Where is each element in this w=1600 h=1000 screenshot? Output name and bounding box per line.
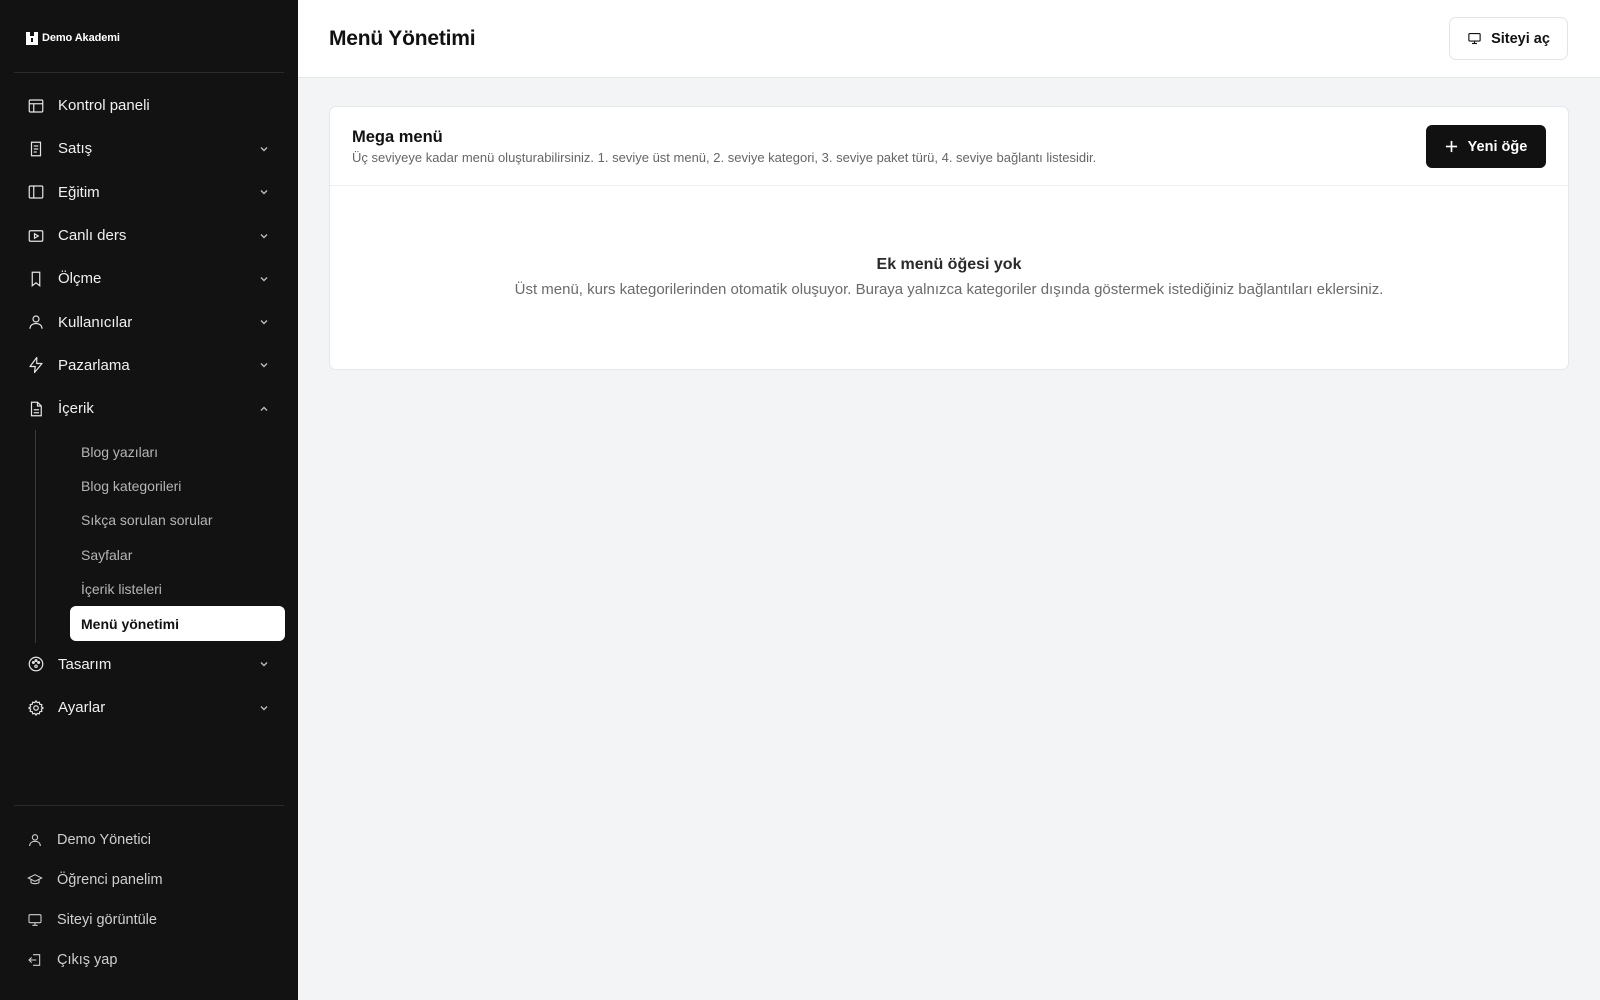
- brand-logo-icon: [26, 32, 38, 45]
- layout-icon: [28, 99, 44, 113]
- subnav-item-blog-categories[interactable]: Blog kategorileri: [70, 469, 284, 503]
- user-profile-link[interactable]: Demo Yönetici: [14, 820, 284, 860]
- palette-icon: [28, 657, 44, 672]
- sidebar-item-label: İçerik: [58, 400, 94, 418]
- page-title: Menü Yönetimi: [329, 27, 476, 50]
- sidebar-item-users[interactable]: Kullanıcılar: [14, 300, 284, 343]
- subnav-item-pages[interactable]: Sayfalar: [70, 538, 284, 572]
- user-icon: [29, 834, 41, 847]
- subnav-item-faq[interactable]: Sıkça sorulan sorular: [70, 503, 284, 537]
- bolt-icon: [29, 357, 43, 374]
- view-site-link[interactable]: Siteyi görüntüle: [14, 900, 284, 940]
- new-item-button[interactable]: Yeni öğe: [1426, 125, 1546, 168]
- user-icon: [29, 315, 43, 329]
- empty-state-title: Ek menü öğesi yok: [876, 256, 1022, 273]
- plus-icon: [1445, 140, 1457, 153]
- sidebar-item-label: Ölçme: [58, 270, 102, 288]
- subnav-item-menu-management[interactable]: Menü yönetimi: [70, 606, 285, 641]
- bookmark-icon: [31, 271, 41, 287]
- sidebar-divider: [14, 805, 284, 806]
- sidebar: Demo Akademi Kontrol paneli Satış Eğitim…: [0, 0, 298, 1000]
- brand[interactable]: Demo Akademi: [26, 31, 120, 45]
- sidebar-item-assessment[interactable]: Ölçme: [14, 257, 284, 300]
- sidebar-item-label: Satış: [58, 140, 93, 158]
- sidebar-item-label: Canlı ders: [58, 227, 127, 245]
- subnav-item-content-lists[interactable]: İçerik listeleri: [70, 572, 284, 606]
- chevron-up-icon: [260, 406, 268, 411]
- sidebar-item-education[interactable]: Eğitim: [14, 171, 284, 214]
- chevron-down-icon: [260, 146, 268, 152]
- sidebar-item-label: Pazarlama: [58, 356, 130, 374]
- bottom-item-label: Çıkış yap: [57, 952, 118, 968]
- empty-state-description: Üst menü, kurs kategorilerinden otomatik…: [514, 281, 1384, 298]
- sidebar-nav: Kontrol paneli Satış Eğitim Canlı ders Ö…: [14, 84, 285, 729]
- bottom-item-label: Demo Yönetici: [57, 832, 152, 848]
- content-subnav: Blog yazıları Blog kategorileri Sıkça so…: [35, 430, 285, 643]
- bottom-item-label: Öğrenci panelim: [57, 872, 163, 888]
- chevron-down-icon: [260, 233, 268, 239]
- sidebar-item-label: Ayarlar: [58, 699, 106, 717]
- logout-button[interactable]: Çıkış yap: [14, 940, 284, 980]
- receipt-icon: [30, 141, 42, 157]
- sidebar-item-sales[interactable]: Satış: [14, 127, 284, 170]
- sidebar-divider: [14, 72, 284, 73]
- empty-state: Ek menü öğesi yok Üst menü, kurs kategor…: [330, 186, 1568, 370]
- book-panel-icon: [28, 185, 44, 199]
- chevron-down-icon: [260, 363, 268, 368]
- student-panel-link[interactable]: Öğrenci panelim: [14, 860, 284, 900]
- open-site-label: Siteyi aç: [1491, 30, 1550, 47]
- bottom-item-label: Siteyi görüntüle: [57, 912, 157, 928]
- logout-icon: [28, 954, 41, 966]
- card-header: Mega menü Üç seviyeye kadar menü oluştur…: [330, 107, 1568, 186]
- new-item-label: Yeni öğe: [1467, 138, 1528, 155]
- sidebar-item-live-class[interactable]: Canlı ders: [14, 214, 284, 257]
- open-site-button[interactable]: Siteyi aç: [1449, 17, 1568, 60]
- monitor-icon: [28, 914, 42, 926]
- sidebar-item-label: Kontrol paneli: [58, 97, 150, 115]
- card-title: Mega menü: [352, 128, 443, 146]
- mega-menu-card: Mega menü Üç seviyeye kadar menü oluştur…: [329, 106, 1569, 370]
- subnav-item-blog-posts[interactable]: Blog yazıları: [70, 434, 284, 468]
- chevron-down-icon: [260, 662, 268, 667]
- sidebar-item-label: Tasarım: [58, 655, 112, 673]
- sidebar-item-content[interactable]: İçerik: [14, 387, 284, 430]
- chevron-down-icon: [260, 190, 268, 195]
- sidebar-item-settings[interactable]: Ayarlar: [14, 686, 284, 729]
- chevron-down-icon: [260, 276, 268, 282]
- chevron-down-icon: [260, 705, 268, 711]
- monitor-icon: [1468, 32, 1481, 45]
- card-subtitle: Üç seviyeye kadar menü oluşturabilirsini…: [352, 150, 1097, 165]
- graduation-cap-icon: [27, 874, 43, 885]
- sidebar-bottom: Demo Yönetici Öğrenci panelim Siteyi gör…: [14, 820, 284, 980]
- gear-icon: [27, 699, 45, 716]
- sidebar-item-marketing[interactable]: Pazarlama: [14, 344, 284, 387]
- sidebar-item-dashboard[interactable]: Kontrol paneli: [14, 84, 284, 127]
- sidebar-item-label: Eğitim: [58, 183, 100, 201]
- top-bar: Menü Yönetimi Siteyi aç: [298, 0, 1600, 78]
- brand-name: Demo Akademi: [42, 32, 120, 44]
- sidebar-item-design[interactable]: Tasarım: [14, 643, 284, 686]
- chevron-down-icon: [260, 320, 268, 325]
- sidebar-item-label: Kullanıcılar: [58, 313, 133, 331]
- document-icon: [30, 401, 42, 417]
- video-icon: [28, 229, 44, 242]
